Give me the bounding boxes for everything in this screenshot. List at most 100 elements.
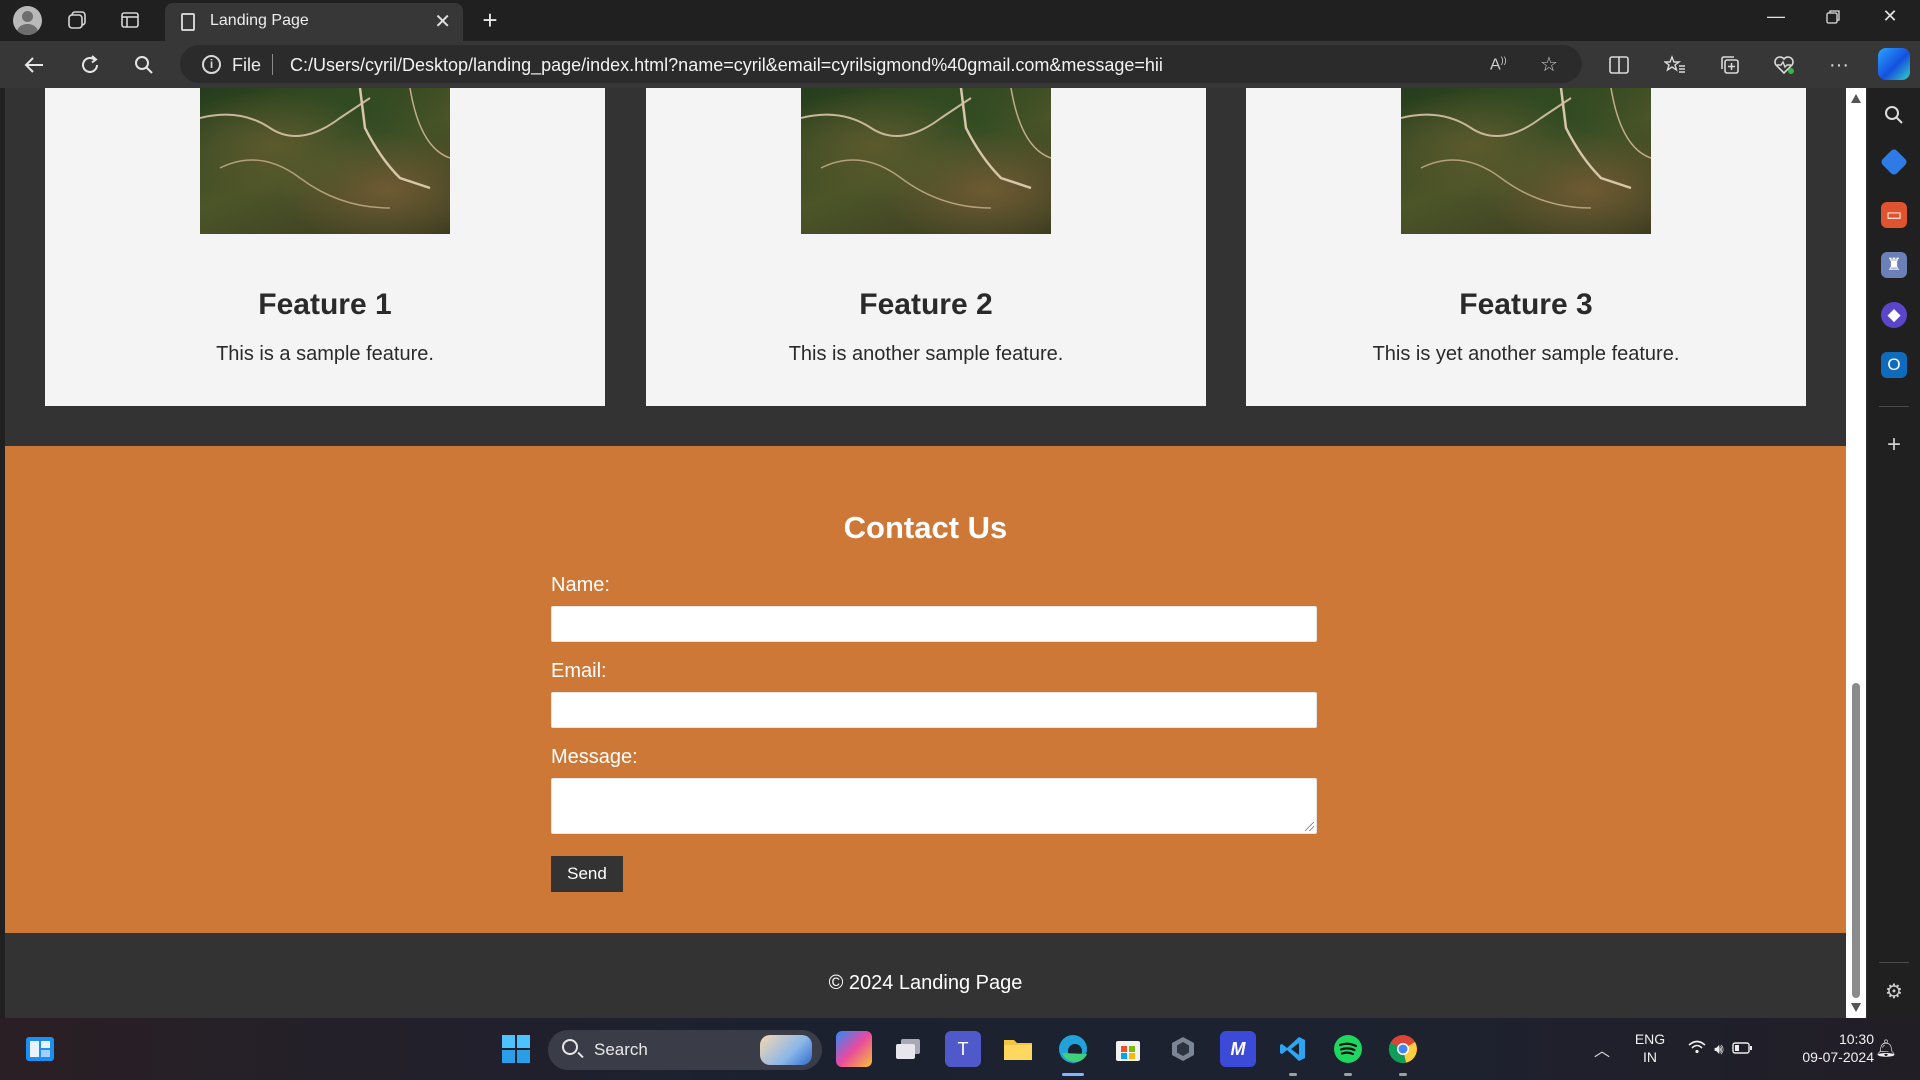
taskbar-search-input[interactable]: Search xyxy=(548,1030,822,1070)
system-tray-status[interactable]: 🔊︎ xyxy=(1680,1031,1760,1067)
contact-heading: Contact Us xyxy=(843,510,1008,545)
browser-title-bar: Landing Page ✕ + — ✕ xyxy=(0,0,1920,41)
running-app-indicator xyxy=(1399,1073,1407,1076)
edge-browser-icon[interactable] xyxy=(1055,1031,1091,1067)
spotify-icon[interactable] xyxy=(1330,1031,1366,1067)
name-label: Name: xyxy=(551,574,610,596)
url-separator xyxy=(272,54,273,75)
close-tab-icon[interactable]: ✕ xyxy=(434,9,451,34)
copilot-icon[interactable] xyxy=(1878,48,1910,80)
active-app-indicator xyxy=(1062,1073,1084,1076)
search-icon xyxy=(562,1039,578,1055)
message-textarea[interactable] xyxy=(551,778,1317,834)
sidebar-divider xyxy=(1879,406,1909,407)
clock[interactable]: 10:30 09-07-2024 xyxy=(1778,1030,1874,1066)
refresh-icon[interactable] xyxy=(74,49,106,81)
windows-taskbar: Search T M ︿ ENG IN 🔊︎ 10:30 09-07-2024 … xyxy=(0,1018,1920,1080)
scrollbar-thumb[interactable] xyxy=(1852,683,1860,998)
contact-section: Contact Us Name: Email: Message: Send xyxy=(5,446,1846,933)
microsoft-365-icon[interactable]: ◆ xyxy=(1881,302,1907,328)
vs-code-icon[interactable] xyxy=(1275,1031,1311,1067)
back-arrow-icon[interactable] xyxy=(18,49,50,81)
wifi-icon xyxy=(1688,1040,1706,1058)
taskbar-search-placeholder: Search xyxy=(594,1040,648,1059)
microsoft-store-icon[interactable] xyxy=(1110,1031,1146,1067)
page-scrollbar[interactable] xyxy=(1846,88,1866,1018)
send-button[interactable]: Send xyxy=(551,856,623,892)
tab-title: Landing Page xyxy=(210,12,309,29)
edge-sidebar: ▭ ♜ ◆ O + ⚙ xyxy=(1866,88,1920,1018)
feature-image xyxy=(1401,88,1651,234)
browser-essentials-icon[interactable] xyxy=(1767,49,1801,81)
active-tab[interactable]: Landing Page ✕ xyxy=(165,3,463,41)
sidebar-settings-gear-icon[interactable]: ⚙ xyxy=(1881,978,1907,1004)
feature-description: This is another sample feature. xyxy=(788,343,1064,365)
running-app-indicator xyxy=(1344,1073,1352,1076)
outlook-icon[interactable]: O xyxy=(1881,352,1907,378)
file-explorer-icon[interactable] xyxy=(1000,1031,1036,1067)
minimize-icon[interactable]: — xyxy=(1756,6,1796,27)
name-input[interactable] xyxy=(551,606,1317,642)
add-sidebar-app-icon[interactable]: + xyxy=(1881,431,1907,458)
copilot-pre-icon[interactable] xyxy=(836,1031,872,1067)
more-options-icon[interactable]: ··· xyxy=(1822,49,1856,81)
footer-copyright: © 2024 Landing Page xyxy=(828,972,1023,994)
show-hidden-icons-chevron-icon[interactable]: ︿ xyxy=(1584,1031,1620,1067)
url-scheme-label: File xyxy=(232,55,262,75)
volume-icon: 🔊︎ xyxy=(1714,1040,1724,1058)
feature-title: Feature 2 xyxy=(859,288,993,321)
feature-card: Feature 3 This is yet another sample fea… xyxy=(1246,88,1806,406)
scroll-up-arrow-icon[interactable] xyxy=(1851,94,1861,103)
email-label: Email: xyxy=(551,660,607,682)
message-label: Message: xyxy=(551,746,638,768)
email-input[interactable] xyxy=(551,692,1317,728)
feature-description: This is a sample feature. xyxy=(216,343,434,365)
resize-handle-icon[interactable] xyxy=(1305,822,1314,831)
sidebar-search-icon[interactable] xyxy=(1881,102,1907,128)
feature-title: Feature 1 xyxy=(258,288,392,321)
clock-time: 10:30 xyxy=(1838,1031,1874,1047)
document-icon xyxy=(181,13,195,31)
feature-title: Feature 3 xyxy=(1459,288,1593,321)
feature-description: This is yet another sample feature. xyxy=(1372,343,1680,365)
task-view-icon[interactable] xyxy=(890,1031,926,1067)
tools-briefcase-icon[interactable]: ▭ xyxy=(1881,202,1907,228)
address-bar[interactable]: i File C:/Users/cyril/Desktop/landing_pa… xyxy=(180,45,1582,83)
language-indicator[interactable]: ENG IN xyxy=(1630,1030,1670,1066)
sidebar-divider xyxy=(1879,962,1909,963)
windows-start-icon[interactable] xyxy=(498,1031,534,1067)
favorites-icon[interactable] xyxy=(1658,49,1692,81)
language-secondary: IN xyxy=(1643,1049,1657,1065)
battery-icon xyxy=(1732,1041,1752,1058)
vertical-tabs-icon[interactable] xyxy=(115,5,145,35)
search-highlight-icon xyxy=(760,1035,812,1065)
read-aloud-icon[interactable]: A)) xyxy=(1490,55,1507,74)
favorite-star-icon[interactable]: ☆ xyxy=(1540,52,1558,77)
feature-image xyxy=(200,88,450,234)
language-primary: ENG xyxy=(1634,1031,1666,1047)
widgets-icon[interactable] xyxy=(22,1031,58,1067)
close-window-icon[interactable]: ✕ xyxy=(1870,6,1910,27)
shopping-tag-icon[interactable] xyxy=(1879,147,1909,177)
new-tab-icon[interactable]: + xyxy=(475,5,505,35)
site-info-icon[interactable]: i xyxy=(202,55,221,74)
profile-avatar-icon[interactable] xyxy=(12,5,42,35)
chrome-icon[interactable] xyxy=(1385,1031,1421,1067)
scroll-down-arrow-icon[interactable] xyxy=(1851,1003,1861,1012)
clock-date: 09-07-2024 xyxy=(1802,1049,1874,1065)
restore-icon[interactable] xyxy=(1813,6,1853,29)
running-app-indicator xyxy=(1289,1073,1297,1076)
split-screen-icon[interactable] xyxy=(1602,49,1636,81)
games-icon[interactable]: ♜ xyxy=(1881,252,1907,278)
url-text[interactable]: C:/Users/cyril/Desktop/landing_page/inde… xyxy=(290,55,1163,76)
browser-toolbar: i File C:/Users/cyril/Desktop/landing_pa… xyxy=(0,41,1920,88)
collections-icon[interactable] xyxy=(1713,49,1747,81)
search-icon[interactable] xyxy=(128,49,160,81)
notification-bell-icon[interactable]: 🔔︎ xyxy=(1868,1031,1904,1067)
workspaces-icon[interactable] xyxy=(62,5,92,35)
maple-app-icon[interactable]: M xyxy=(1220,1031,1256,1067)
feature-image xyxy=(801,88,1051,234)
teams-icon[interactable]: T xyxy=(945,1031,981,1067)
hexagon-app-icon[interactable] xyxy=(1165,1031,1201,1067)
feature-card: Feature 2 This is another sample feature… xyxy=(646,88,1206,406)
